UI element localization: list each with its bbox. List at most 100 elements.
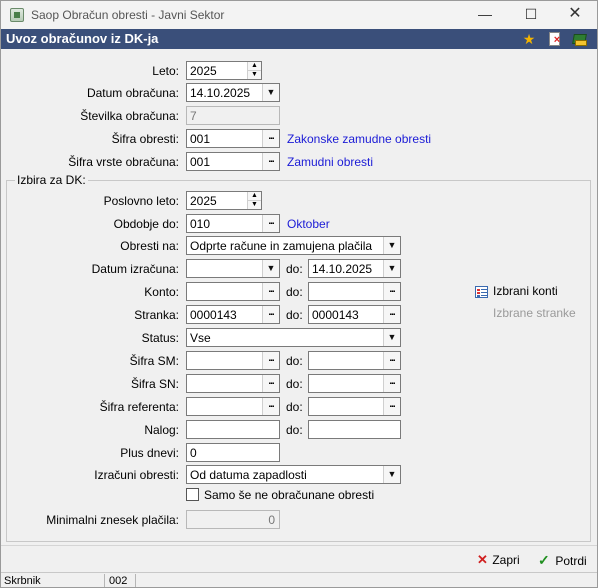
konto-to-field[interactable]: ... [308, 282, 401, 301]
ellipsis-icon[interactable]: ... [383, 398, 400, 415]
sifra-sm-to-field[interactable]: ... [308, 351, 401, 370]
sifra-obresti-description: Zakonske zamudne obresti [287, 132, 432, 146]
ellipsis-icon[interactable]: ... [383, 283, 400, 300]
window-title: Saop Obračun obresti - Javni Sektor [31, 8, 225, 22]
datum-izracuna-from-field[interactable]: ▼ [186, 259, 280, 278]
document-close-icon[interactable]: × [547, 31, 563, 47]
samo-neobracunane-label[interactable]: Samo še ne obračunane obresti [204, 488, 374, 502]
ellipsis-icon[interactable]: ... [262, 283, 279, 300]
datum-obracuna-field[interactable]: 14.10.2025 ▼ [186, 83, 280, 102]
stranka-from-field[interactable]: 0000143 ... [186, 305, 280, 324]
star-icon[interactable]: ★ [521, 31, 537, 47]
potrdi-button[interactable]: ✓ Potrdi [538, 552, 587, 570]
zapri-button[interactable]: ✕ Zapri [477, 552, 520, 570]
sifra-referenta-from-field[interactable]: ... [186, 397, 280, 416]
datum-izracuna-to-field[interactable]: 14.10.2025 ▼ [308, 259, 401, 278]
sifra-referenta-to-field[interactable]: ... [308, 397, 401, 416]
sifra-obresti-field[interactable]: 001 ... [186, 129, 280, 148]
chevron-down-icon[interactable]: ▼ [383, 466, 400, 483]
spin-up-icon[interactable]: ▲ [248, 192, 261, 200]
title-bar: Saop Obračun obresti - Javni Sektor — ☐ … [1, 1, 597, 29]
sifra-sm-from-field[interactable]: ... [186, 351, 280, 370]
sifra-vrste-obracuna-field[interactable]: 001 ... [186, 152, 280, 171]
obresti-na-value: Odprte račune in zamujena plačila [190, 239, 373, 253]
konto-label: Konto: [144, 285, 179, 299]
status-select[interactable]: Vse ▼ [186, 328, 401, 347]
izbrani-konti-button[interactable]: Izbrani konti [493, 284, 558, 298]
sifra-vrste-obracuna-description: Zamudni obresti [287, 155, 374, 169]
obdobje-do-label: Obdobje do: [113, 217, 179, 231]
leto-spin-buttons[interactable]: ▲ ▼ [247, 62, 261, 79]
ellipsis-icon[interactable]: ... [262, 352, 279, 369]
obresti-na-select[interactable]: Odprte račune in zamujena plačila ▼ [186, 236, 401, 255]
ellipsis-icon[interactable]: ... [383, 306, 400, 323]
poslovno-leto-spinner[interactable]: 2025 ▲ ▼ [186, 191, 262, 210]
chevron-down-icon[interactable]: ▼ [383, 237, 400, 254]
minimize-button[interactable]: — [463, 3, 507, 27]
izracuni-obresti-value: Od datuma zapadlosti [190, 468, 307, 482]
sifra-sn-from-field[interactable]: ... [186, 374, 280, 393]
konto-from-field[interactable]: ... [186, 282, 280, 301]
stranka-to-field[interactable]: 0000143 ... [308, 305, 401, 324]
sifra-sn-to-field[interactable]: ... [308, 374, 401, 393]
ellipsis-icon[interactable]: ... [262, 375, 279, 392]
sifra-referenta-label: Šifra referenta: [99, 400, 179, 414]
obdobje-do-field[interactable]: 010 ... [186, 214, 280, 233]
form-header: Uvoz obračunov iz DK-ja ★ × [1, 29, 597, 49]
spin-down-icon[interactable]: ▼ [248, 70, 261, 78]
nalog-do-label: do: [286, 423, 303, 437]
status-code: 002 [106, 574, 136, 587]
stevilka-obracuna-label: Številka obračuna: [80, 109, 179, 123]
minimalni-znesek-label: Minimalni znesek plačila: [46, 513, 179, 527]
status-bar: Skrbnik 002 [1, 572, 597, 587]
nalog-from-field[interactable] [186, 420, 280, 439]
chevron-down-icon[interactable]: ▼ [262, 84, 279, 101]
ellipsis-icon[interactable]: ... [383, 352, 400, 369]
obdobje-do-value: 010 [190, 217, 211, 231]
ellipsis-icon[interactable]: ... [262, 398, 279, 415]
stevilka-obracuna-field: 7 [186, 106, 280, 125]
close-window-button[interactable]: ✕ [553, 3, 597, 27]
obdobje-do-description: Oktober [287, 217, 330, 231]
izbrane-stranke-button: Izbrane stranke [493, 306, 576, 320]
ellipsis-icon[interactable]: ... [262, 130, 279, 147]
poslovno-leto-value: 2025 [190, 194, 217, 208]
minimalni-znesek-value: 0 [268, 513, 275, 527]
leto-value: 2025 [190, 64, 217, 78]
status-user: Skrbnik [1, 574, 105, 587]
plus-dnevi-field[interactable]: 0 [186, 443, 280, 462]
status-label: Status: [141, 331, 179, 345]
konto-do-label: do: [286, 285, 303, 299]
checkmark-icon: ✓ [538, 552, 550, 568]
zapri-label: Zapri [492, 553, 520, 567]
close-x-icon: ✕ [477, 552, 488, 567]
ellipsis-icon[interactable]: ... [262, 306, 279, 323]
form-title: Uvoz obračunov iz DK-ja [6, 31, 159, 46]
spin-down-icon[interactable]: ▼ [248, 200, 261, 208]
ellipsis-icon[interactable]: ... [262, 153, 279, 170]
maximize-button[interactable]: ☐ [509, 3, 553, 27]
leto-spinner[interactable]: 2025 ▲ ▼ [186, 61, 262, 80]
datum-izracuna-to-value: 14.10.2025 [312, 262, 373, 276]
sifra-sm-do-label: do: [286, 354, 303, 368]
ellipsis-icon[interactable]: ... [383, 375, 400, 392]
books-icon[interactable] [572, 31, 588, 47]
stranka-do-label: do: [286, 308, 303, 322]
datum-obracuna-value: 14.10.2025 [190, 86, 251, 100]
sifra-vrste-obracuna-value: 001 [190, 155, 211, 169]
samo-neobracunane-checkbox[interactable] [186, 488, 199, 501]
chevron-down-icon[interactable]: ▼ [262, 260, 279, 277]
poslovno-leto-spin-buttons[interactable]: ▲ ▼ [247, 192, 261, 209]
chevron-down-icon[interactable]: ▼ [383, 329, 400, 346]
nalog-to-field[interactable] [308, 420, 401, 439]
bottom-separator [1, 545, 597, 546]
izracuni-obresti-select[interactable]: Od datuma zapadlosti ▼ [186, 465, 401, 484]
list-icon[interactable] [475, 286, 488, 298]
chevron-down-icon[interactable]: ▼ [383, 260, 400, 277]
spin-up-icon[interactable]: ▲ [248, 62, 261, 70]
app-icon [10, 8, 24, 22]
datum-izracuna-label: Datum izračuna: [91, 262, 179, 276]
stranka-to-value: 0000143 [312, 308, 359, 322]
potrdi-label: Potrdi [555, 554, 587, 568]
ellipsis-icon[interactable]: ... [262, 215, 279, 232]
